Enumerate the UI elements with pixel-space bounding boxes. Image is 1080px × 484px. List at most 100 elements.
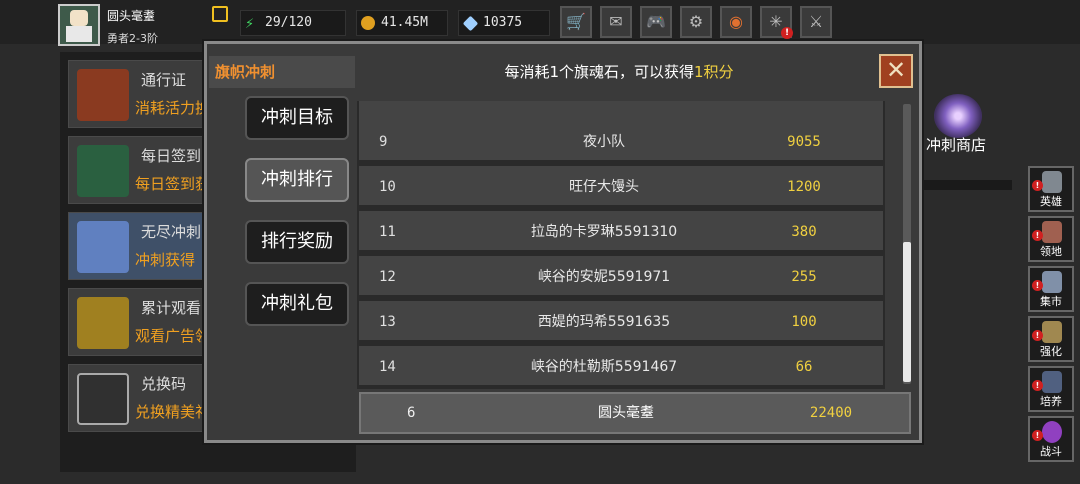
gold-counter: 41.45M [356,10,448,36]
player-avatar[interactable] [58,4,100,46]
event-card-title: 通行证 [141,71,187,89]
gold-coin-icon [361,16,375,30]
edit-icon[interactable] [212,6,228,22]
rank-cell: 12 [379,269,396,285]
score-cell: 100 [791,314,817,330]
cart-icon: 🛒 [566,12,586,31]
portal-icon [1042,421,1062,443]
mail-icon: ✉ [609,12,623,31]
name-cell: 峡谷的杜勒斯5591467 [530,359,678,375]
gold-value: 41.45M [381,15,428,30]
side-button-hero[interactable]: ! 英雄 [1028,166,1074,212]
event-card-title: 累计观看 [141,299,202,317]
alert-icon: ! [1032,380,1043,391]
close-icon: ✕ [885,56,907,84]
my-name-cell: 圆头毫耋 [598,405,654,421]
rank-cell: 11 [379,224,396,240]
market-stall-icon [1042,271,1062,293]
side-button-label: 战斗 [1040,445,1062,458]
table-row: 11 拉岛的卡罗琳5591310 380 [359,211,883,253]
alert-icon: ! [1032,180,1043,191]
close-button[interactable]: ✕ [879,54,913,88]
settings-button[interactable]: ⚙ [680,6,712,38]
side-button-label: 英雄 [1040,195,1062,208]
side-button-label: 集市 [1040,295,1062,308]
alert-icon: ! [781,27,793,39]
ranking-list[interactable]: 9 夜小队 9055 10 旺仔大馒头 1200 11 拉岛的卡罗琳559131… [357,101,885,389]
side-button-enhance[interactable]: ! 强化 [1028,316,1074,362]
table-row: 10 旺仔大馒头 1200 [359,166,883,208]
mail-button[interactable]: ✉ [600,6,632,38]
gem-value: 10375 [483,15,523,30]
dialog-title: 旗帜冲刺 [209,56,355,88]
points-info-value: 1积分 [694,63,734,81]
energy-value: 29/120 [265,15,312,30]
my-ranking-row: 6 圆头毫耋 22400 [359,392,911,434]
name-cell: 峡谷的安妮5591971 [537,269,671,285]
alert-icon: ! [1032,430,1043,441]
score-cell: 1200 [787,179,821,195]
side-button-territory[interactable]: ! 领地 [1028,216,1074,262]
rank-cell: 14 [379,359,396,375]
lightning-icon: ⚡ [245,14,255,32]
trophy-cup-icon [77,69,129,121]
side-button-market[interactable]: ! 集市 [1028,266,1074,312]
treasure-chest-icon [77,297,129,349]
key-icon [77,373,129,425]
energy-counter: ⚡ 29/120 [240,10,346,36]
score-cell: 66 [795,359,813,375]
hourglass-icon [1042,371,1062,393]
event-card-title: 兑换码 [141,375,187,393]
color-wheel-button[interactable]: ◉ [720,6,752,38]
battle-button[interactable]: ⚔ [800,6,832,38]
table-row: 14 峡谷的杜勒斯5591467 66 [359,346,883,388]
sprint-shop-icon[interactable] [934,94,982,138]
sword-crossed-icon: ⚔ [808,12,824,31]
gamepad-button[interactable]: 🎮 [640,6,672,38]
event-card-title: 无尽冲刺 [141,223,202,241]
nav-sprint-pack[interactable]: 冲刺礼包 [245,282,349,326]
player-name: 圆头毫耋 [107,9,156,23]
table-row: 13 西媞的玛希5591635 100 [359,301,883,343]
event-card-subtitle: 兑换精美礼 [135,403,211,421]
score-cell: 255 [791,269,817,285]
rank-cell: 9 [379,134,388,150]
alert-icon: ! [1032,330,1043,341]
special-button[interactable]: ✳! [760,6,793,39]
points-info-text: 每消耗1个旗魂石，可以获得 [504,63,694,81]
side-button-label: 培养 [1040,395,1062,408]
gem-counter: 10375 [458,10,550,36]
score-cell: 380 [791,224,817,240]
helmet-icon [1042,171,1062,193]
points-info: 每消耗1个旗魂石，可以获得1积分 [359,56,879,88]
event-card-subtitle: 消耗活力换 [135,99,211,117]
side-button-label: 强化 [1040,345,1062,358]
event-card-title: 每日签到 [141,147,202,165]
ranking-scrollbar[interactable] [903,104,911,384]
nav-ranking-rewards[interactable]: 排行奖励 [245,220,349,264]
rank-cell: 10 [379,179,396,195]
gem-icon [462,15,479,32]
event-card-subtitle: 冲刺获得 [135,251,196,269]
nav-sprint-goal[interactable]: 冲刺目标 [245,96,349,140]
side-button-train[interactable]: ! 培养 [1028,366,1074,412]
table-row: 9 夜小队 9055 [359,121,883,163]
book-stack-icon [77,145,129,197]
my-score-cell: 22400 [809,405,853,421]
gear-icon: ⚙ [688,12,704,31]
alert-icon: ! [1032,230,1043,241]
alert-icon: ! [1032,280,1043,291]
background-divider [918,180,1012,190]
score-cell: 9055 [787,134,821,150]
flag-sprint-dialog: 旗帜冲刺 每消耗1个旗魂石，可以获得1积分 ✕ 冲刺目标 冲刺排行 排行奖励 冲… [204,41,922,443]
scrollbar-thumb[interactable] [903,242,911,382]
crystal-statue-icon [77,221,129,273]
name-cell: 西媞的玛希5591635 [537,314,671,330]
rank-cell: 13 [379,314,396,330]
nav-sprint-ranking[interactable]: 冲刺排行 [245,158,349,202]
side-button-battle[interactable]: ! 战斗 [1028,416,1074,462]
cart-button[interactable]: 🛒 [560,6,592,38]
color-wheel-icon: ◉ [729,12,743,31]
top-bar: 圆头毫耋 勇者2-3阶 ⚡ 29/120 41.45M 10375 🛒 ✉ 🎮 … [0,0,1080,46]
gamepad-icon: 🎮 [646,12,666,31]
